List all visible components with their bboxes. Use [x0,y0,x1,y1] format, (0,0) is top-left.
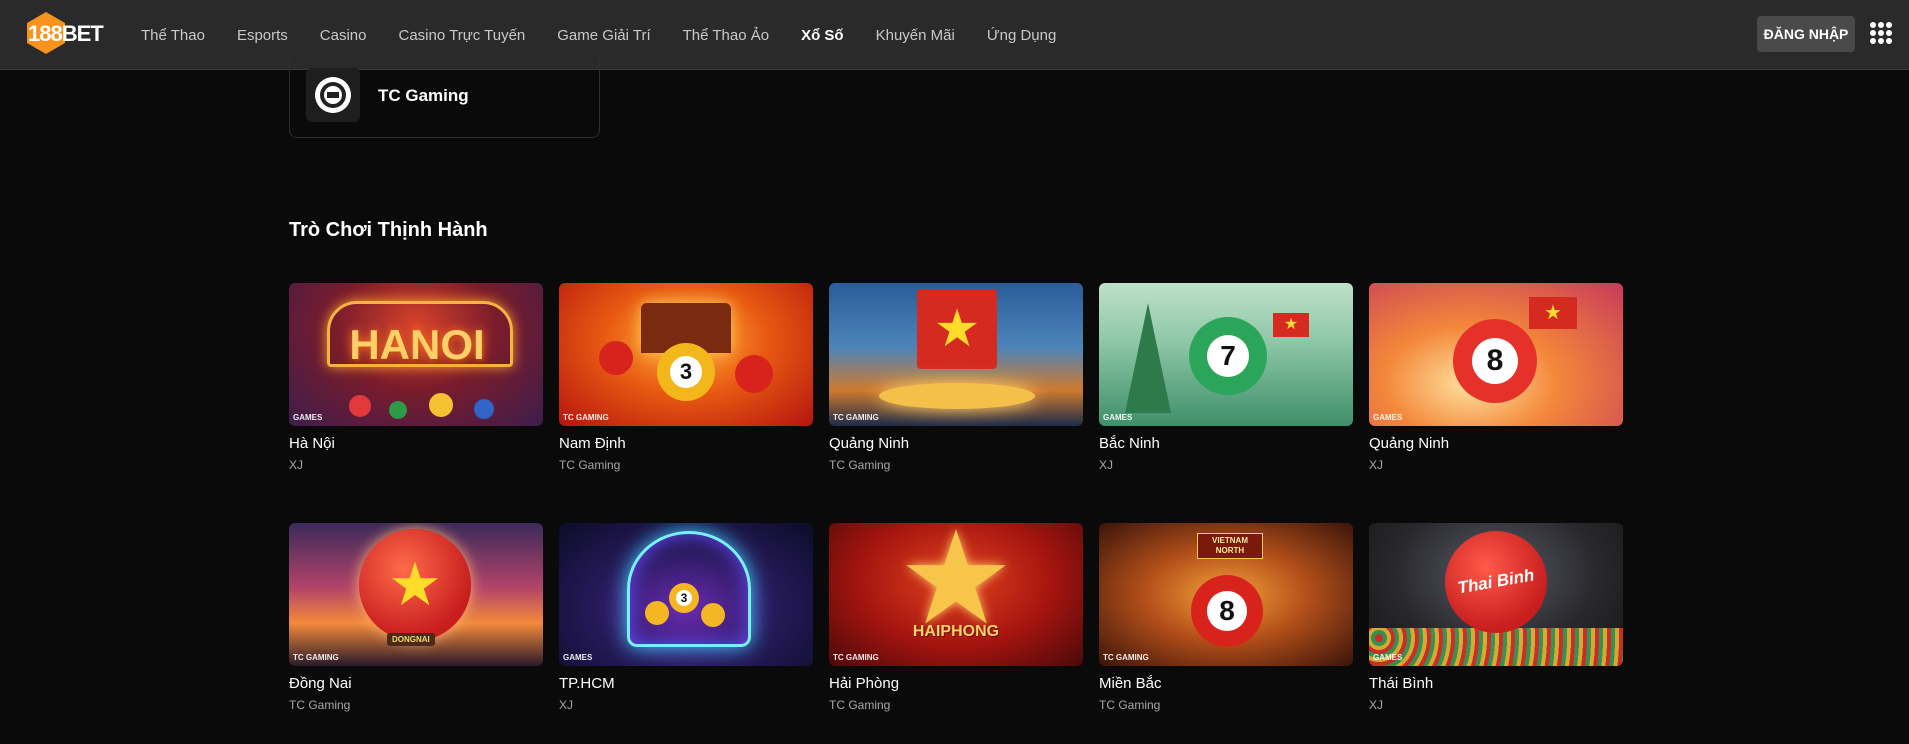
ball-number: 8 [1471,337,1519,385]
game-name[interactable]: Quảng Ninh [1369,435,1449,452]
nav-item-xo-so[interactable]: Xổ Số [801,27,844,44]
flag-icon: ★ [1529,297,1577,329]
game-provider: XJ [289,458,304,472]
thumb-title-text: Thai Binh [1456,565,1536,598]
game-name[interactable]: Hải Phòng [829,675,899,692]
flag-icon: ★ [1273,313,1309,337]
login-button[interactable]: ĐĂNG NHẬP [1757,16,1855,52]
game-thumbnail[interactable]: ★ TC GAMING [829,283,1083,426]
flag-icon: ★ [917,289,997,369]
game-card-quang-ninh-2[interactable]: ★ 8 GAMES Quảng Ninh XJ [1369,283,1623,483]
thumb-title-text: HAIPHONG [912,623,1000,640]
thumb-title-text: HANOI [349,321,485,368]
game-provider: TC Gaming [829,458,891,472]
game-thumbnail[interactable]: Thai Binh GAMES [1369,523,1623,666]
nav-item-casino-truc-tuyen[interactable]: Casino Trực Tuyến [399,27,526,44]
game-thumbnail[interactable]: ★ DONGNAI TC GAMING [289,523,543,666]
thumb-badge: TC GAMING [1103,653,1149,662]
game-name[interactable]: Nam Định [559,435,626,452]
game-card-quang-ninh-1[interactable]: ★ TC GAMING Quảng Ninh TC Gaming [829,283,1083,483]
poker-chip-icon [306,68,360,122]
game-card-mien-bac[interactable]: VIETNAM NORTH 8 TC GAMING Miền Bắc TC Ga… [1099,523,1353,723]
nav-item-ung-dung[interactable]: Ứng Dụng [987,27,1057,44]
thumb-title-text: DONGNAI [387,633,435,646]
game-card-dong-nai[interactable]: ★ DONGNAI TC GAMING Đồng Nai TC Gaming [289,523,543,723]
thumb-badge: TC GAMING [833,653,879,662]
brand-logo[interactable]: 188BET [24,11,104,55]
game-provider: XJ [1099,458,1114,472]
game-card-nam-dinh[interactable]: 3 TC GAMING Nam Định TC Gaming [559,283,813,483]
game-thumbnail[interactable]: 3 GAMES [559,523,813,666]
game-card-ha-noi[interactable]: HANOI GAMES Hà Nội XJ [289,283,543,483]
game-card-thai-binh[interactable]: Thai Binh GAMES Thái Bình XJ [1369,523,1623,723]
game-name[interactable]: Miền Bắc [1099,675,1162,692]
game-thumbnail[interactable]: ★ 7 GAMES [1099,283,1353,426]
game-thumbnail[interactable]: ★ 8 GAMES [1369,283,1623,426]
thumb-sign-text: VIETNAM NORTH [1197,533,1263,559]
ball-number: 7 [1206,334,1250,378]
thumb-badge: TC GAMING [293,653,339,662]
apps-grid-icon[interactable] [1870,22,1892,44]
thumb-badge: GAMES [293,413,323,422]
game-name[interactable]: TP.HCM [559,675,615,692]
game-provider: TC Gaming [559,458,621,472]
ball-number: 8 [1207,591,1247,631]
game-thumbnail[interactable]: ★ HAIPHONG TC GAMING [829,523,1083,666]
game-provider: XJ [559,698,574,712]
game-name[interactable]: Hà Nội [289,435,335,452]
game-provider: XJ [1369,458,1384,472]
nav-item-casino[interactable]: Casino [320,27,367,44]
thumb-badge: GAMES [1103,413,1133,422]
game-card-tp-hcm[interactable]: 3 GAMES TP.HCM XJ [559,523,813,723]
game-thumbnail[interactable]: HANOI GAMES [289,283,543,426]
game-provider: TC Gaming [1099,698,1161,712]
thumb-badge: GAMES [1373,413,1403,422]
provider-card[interactable]: TC Gaming [289,52,600,138]
thumb-badge: GAMES [1373,653,1403,662]
game-name[interactable]: Bắc Ninh [1099,435,1160,452]
top-navigation-bar: 188BET Thể Thao Esports Casino Casino Tr… [0,0,1909,70]
game-name[interactable]: Thái Bình [1369,675,1433,692]
thumb-badge: TC GAMING [563,413,609,422]
nav-item-the-thao[interactable]: Thể Thao [141,27,205,44]
game-thumbnail[interactable]: VIETNAM NORTH 8 TC GAMING [1099,523,1353,666]
game-thumbnail[interactable]: 3 TC GAMING [559,283,813,426]
thumb-badge: GAMES [563,653,593,662]
thumb-badge: TC GAMING [833,413,879,422]
logo-text: 188BET [28,21,104,46]
nav-item-the-thao-ao[interactable]: Thể Thao Ảo [683,27,769,44]
nav-item-esports[interactable]: Esports [237,27,288,44]
ball-number: 3 [675,589,693,607]
game-card-bac-ninh[interactable]: ★ 7 GAMES Bắc Ninh XJ [1099,283,1353,483]
game-provider: XJ [1369,698,1384,712]
provider-name: TC Gaming [378,86,469,105]
nav-item-khuyen-mai[interactable]: Khuyến Mãi [876,27,955,44]
game-provider: TC Gaming [289,698,351,712]
game-card-hai-phong[interactable]: ★ HAIPHONG TC GAMING Hải Phòng TC Gaming [829,523,1083,723]
game-name[interactable]: Đồng Nai [289,675,352,692]
nav-item-game-giai-tri[interactable]: Game Giải Trí [557,27,650,44]
game-name[interactable]: Quảng Ninh [829,435,909,452]
game-provider: TC Gaming [829,698,891,712]
section-title: Trò Chơi Thịnh Hành [289,219,488,241]
ball-number: 3 [670,356,702,388]
